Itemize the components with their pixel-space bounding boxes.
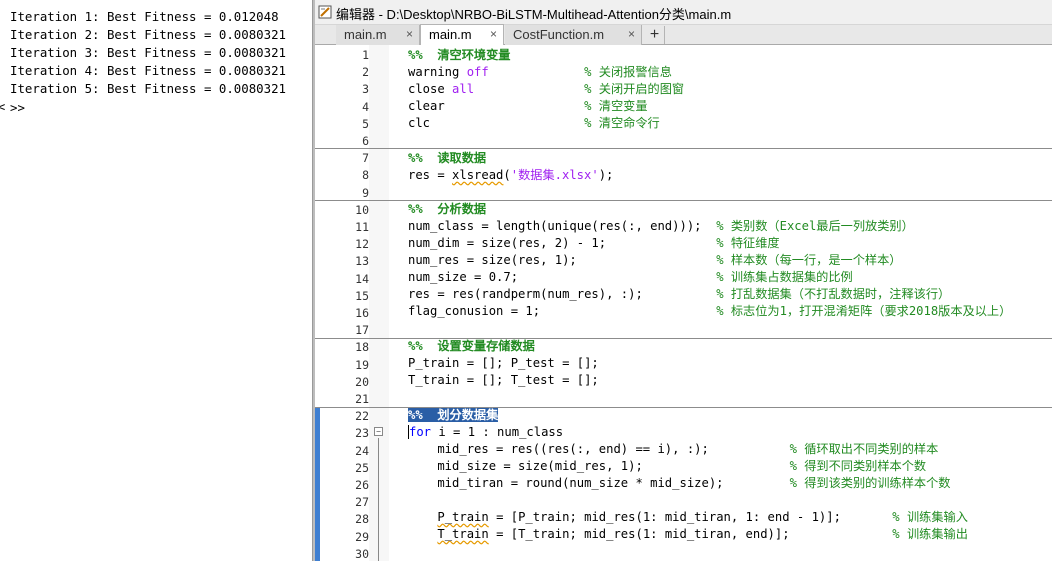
code-line-2: warning off % 关闭报警信息 <box>408 65 672 79</box>
code-line-4: clear % 清空变量 <box>408 99 648 113</box>
code-line-3: close all % 关闭开启的图窗 <box>408 82 685 96</box>
command-output-line: Iteration 2: Best Fitness = 0.0080321 <box>10 27 287 42</box>
tab-main-1[interactable]: main.m × <box>336 25 420 45</box>
line-number: 30 <box>355 546 369 561</box>
tab-costfunction[interactable]: CostFunction.m × <box>505 25 642 45</box>
code-line-5: clc % 清空命令行 <box>408 116 660 130</box>
line-number: 23 <box>355 426 369 441</box>
line-number: 3 <box>362 82 369 97</box>
line-number: 29 <box>355 529 369 544</box>
editor-icon <box>318 5 332 19</box>
line-number: 25 <box>355 460 369 475</box>
line-number: 28 <box>355 512 369 527</box>
line-number: 22 <box>355 409 369 424</box>
tab-label: main.m <box>429 27 472 42</box>
line-number: 24 <box>355 443 369 458</box>
code-line-13: num_res = size(res, 1); % 样本数（每一行，是一个样本） <box>408 253 902 267</box>
tab-label: CostFunction.m <box>513 27 605 42</box>
close-icon[interactable]: × <box>490 25 497 44</box>
fold-column: − <box>369 45 389 561</box>
code-line-22: %% 划分数据集 <box>408 408 499 422</box>
line-number: 26 <box>355 478 369 492</box>
line-number: 11 <box>355 220 369 234</box>
tab-main-2[interactable]: main.m × <box>420 24 504 45</box>
line-number: 4 <box>362 99 369 114</box>
code-line-20: T_train = []; T_test = []; <box>408 373 599 387</box>
code-line-14: num_size = 0.7; % 训练集占数据集的比例 <box>408 270 853 284</box>
line-number: 14 <box>355 271 369 286</box>
code-line-18: %% 设置变量存储数据 <box>408 339 535 353</box>
line-number: 19 <box>355 357 369 372</box>
line-number: 20 <box>355 374 369 389</box>
code-line-26: mid_tiran = round(num_size * mid_size); … <box>408 476 951 490</box>
tab-label: main.m <box>344 27 387 42</box>
add-tab-button[interactable]: + <box>645 26 665 44</box>
command-prompt[interactable]: >> <box>10 100 25 116</box>
line-number: 7 <box>362 151 369 166</box>
code-area[interactable]: − 1 2 3 4 5 6 7 8 9 10 11 12 13 14 15 16 17 18 19 20 21 22 23 2… <box>315 45 1052 561</box>
line-number: 15 <box>355 288 369 303</box>
code-line-25: mid_size = size(mid_res, 1); % 得到不同类别样本个… <box>408 459 927 473</box>
command-left-marker: < <box>0 100 6 114</box>
code-line-19: P_train = []; P_test = []; <box>408 356 599 370</box>
command-output-line: Iteration 4: Best Fitness = 0.0080321 <box>10 63 287 78</box>
code-line-23: for i = 1 : num_class <box>408 425 564 439</box>
line-number: 1 <box>362 48 369 62</box>
code-line-28: P_train = [P_train; mid_res(1: mid_tiran… <box>437 510 968 524</box>
fold-guide <box>378 438 379 561</box>
command-output-line: Iteration 5: Best Fitness = 0.0080321 <box>10 81 287 96</box>
editor-title: 编辑器 - D:\Desktop\NRBO-BiLSTM-Multihead-A… <box>336 7 732 22</box>
code-line-16: flag_conusion = 1; % 标志位为1，打开混淆矩阵（要求2018… <box>408 304 1012 318</box>
line-number: 18 <box>355 340 369 355</box>
code-line-24: mid_res = res((res(:, end) == i), :); % … <box>408 442 939 456</box>
line-number: 21 <box>355 392 369 406</box>
code-line-12: num_dim = size(res, 2) - 1; % 特征维度 <box>408 236 780 250</box>
line-number: 16 <box>355 306 369 320</box>
line-number: 10 <box>355 202 369 217</box>
editor-tabbar: main.m × main.m × CostFunction.m × + <box>315 24 1052 45</box>
line-number: 6 <box>362 134 369 148</box>
editor-titlebar: 编辑器 - D:\Desktop\NRBO-BiLSTM-Multihead-A… <box>315 0 1052 25</box>
close-icon[interactable]: × <box>628 25 635 44</box>
line-number: 27 <box>355 495 369 510</box>
fold-collapse-icon[interactable]: − <box>374 427 383 436</box>
line-number: 12 <box>355 237 369 252</box>
code-line-10: %% 分析数据 <box>408 202 487 216</box>
code-line-15: res = res(randperm(num_res), :); % 打乱数据集… <box>408 287 951 301</box>
line-number: 8 <box>362 168 369 183</box>
line-number: 13 <box>355 254 369 269</box>
cell-divider <box>315 148 1052 149</box>
close-icon[interactable]: × <box>406 25 413 44</box>
code-line-8: res = xlsread('数据集.xlsx'); <box>408 168 614 182</box>
line-number: 5 <box>362 116 369 131</box>
command-output-line: Iteration 3: Best Fitness = 0.0080321 <box>10 45 287 60</box>
editor-panel: 编辑器 - D:\Desktop\NRBO-BiLSTM-Multihead-A… <box>315 0 1052 561</box>
line-number: 17 <box>355 323 369 338</box>
code-line-11: num_class = length(unique(res(:, end)));… <box>408 219 914 233</box>
command-window[interactable]: Iteration 1: Best Fitness = 0.012048 Ite… <box>0 0 312 561</box>
command-output-line: Iteration 1: Best Fitness = 0.012048 <box>10 9 279 24</box>
line-number: 2 <box>362 65 369 80</box>
line-number: 9 <box>362 185 369 200</box>
code-line-1: %% 清空环境变量 <box>408 48 511 62</box>
code-line-7: %% 读取数据 <box>408 151 487 165</box>
code-line-29: T_train = [T_train; mid_res(1: mid_tiran… <box>437 527 968 541</box>
